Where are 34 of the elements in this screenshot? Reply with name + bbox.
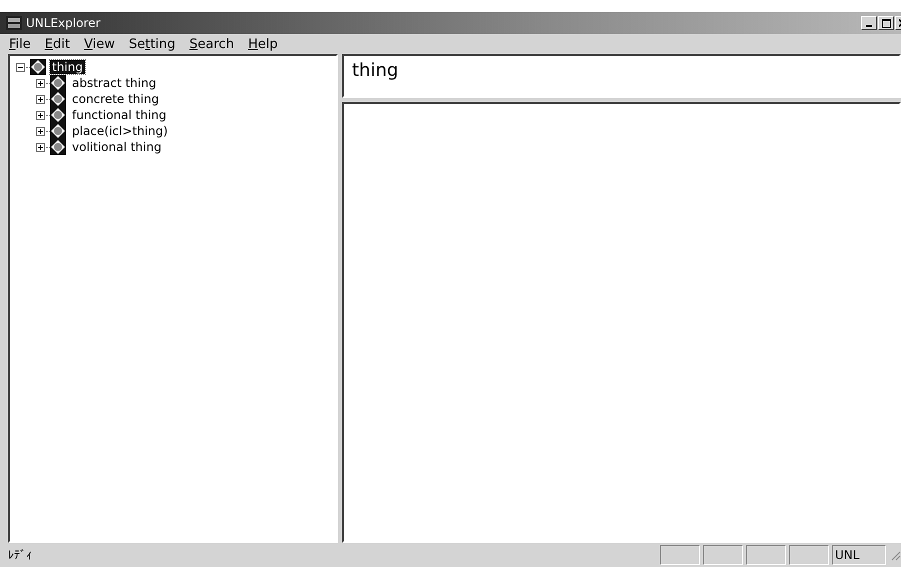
maximize-button[interactable] xyxy=(878,16,894,30)
menu-item[interactable]: File xyxy=(2,36,38,52)
window-title: UNLExplorer xyxy=(26,16,100,30)
maximize-icon xyxy=(882,18,890,28)
menu-item[interactable]: Edit xyxy=(38,36,77,52)
tree-item[interactable]: place(icl>thing) xyxy=(70,124,170,138)
expand-icon[interactable] xyxy=(36,142,45,152)
expand-icon[interactable] xyxy=(36,78,45,88)
node-icon xyxy=(50,139,66,155)
minimize-button[interactable] xyxy=(861,16,877,30)
tree-item[interactable]: functional thing xyxy=(70,108,168,122)
expand-icon[interactable] xyxy=(36,94,45,104)
node-icon xyxy=(30,59,46,75)
status-pane xyxy=(660,545,700,565)
app-icon xyxy=(6,16,22,30)
status-pane xyxy=(746,545,786,565)
tree-item[interactable]: abstract thing xyxy=(70,76,158,90)
status-pane xyxy=(703,545,743,565)
node-icon xyxy=(50,75,66,91)
expand-icon[interactable] xyxy=(36,126,45,136)
expand-icon[interactable] xyxy=(36,110,45,120)
resize-grip-icon xyxy=(889,549,901,561)
status-pane xyxy=(789,545,829,565)
status-message: ﾚﾃﾞｨ xyxy=(8,548,33,562)
menu-item[interactable]: Help xyxy=(241,36,285,52)
status-pane: UNL xyxy=(832,545,886,565)
menu-item[interactable]: Setting xyxy=(122,36,182,52)
tree-item[interactable]: volitional thing xyxy=(70,140,164,154)
heading-field: thing xyxy=(342,54,901,98)
menu-item[interactable]: View xyxy=(76,36,122,52)
menu-item[interactable]: Search xyxy=(182,36,242,52)
collapse-icon[interactable] xyxy=(16,62,25,72)
tree-item[interactable]: concrete thing xyxy=(70,92,161,106)
tree-item[interactable]: thing xyxy=(50,60,85,74)
